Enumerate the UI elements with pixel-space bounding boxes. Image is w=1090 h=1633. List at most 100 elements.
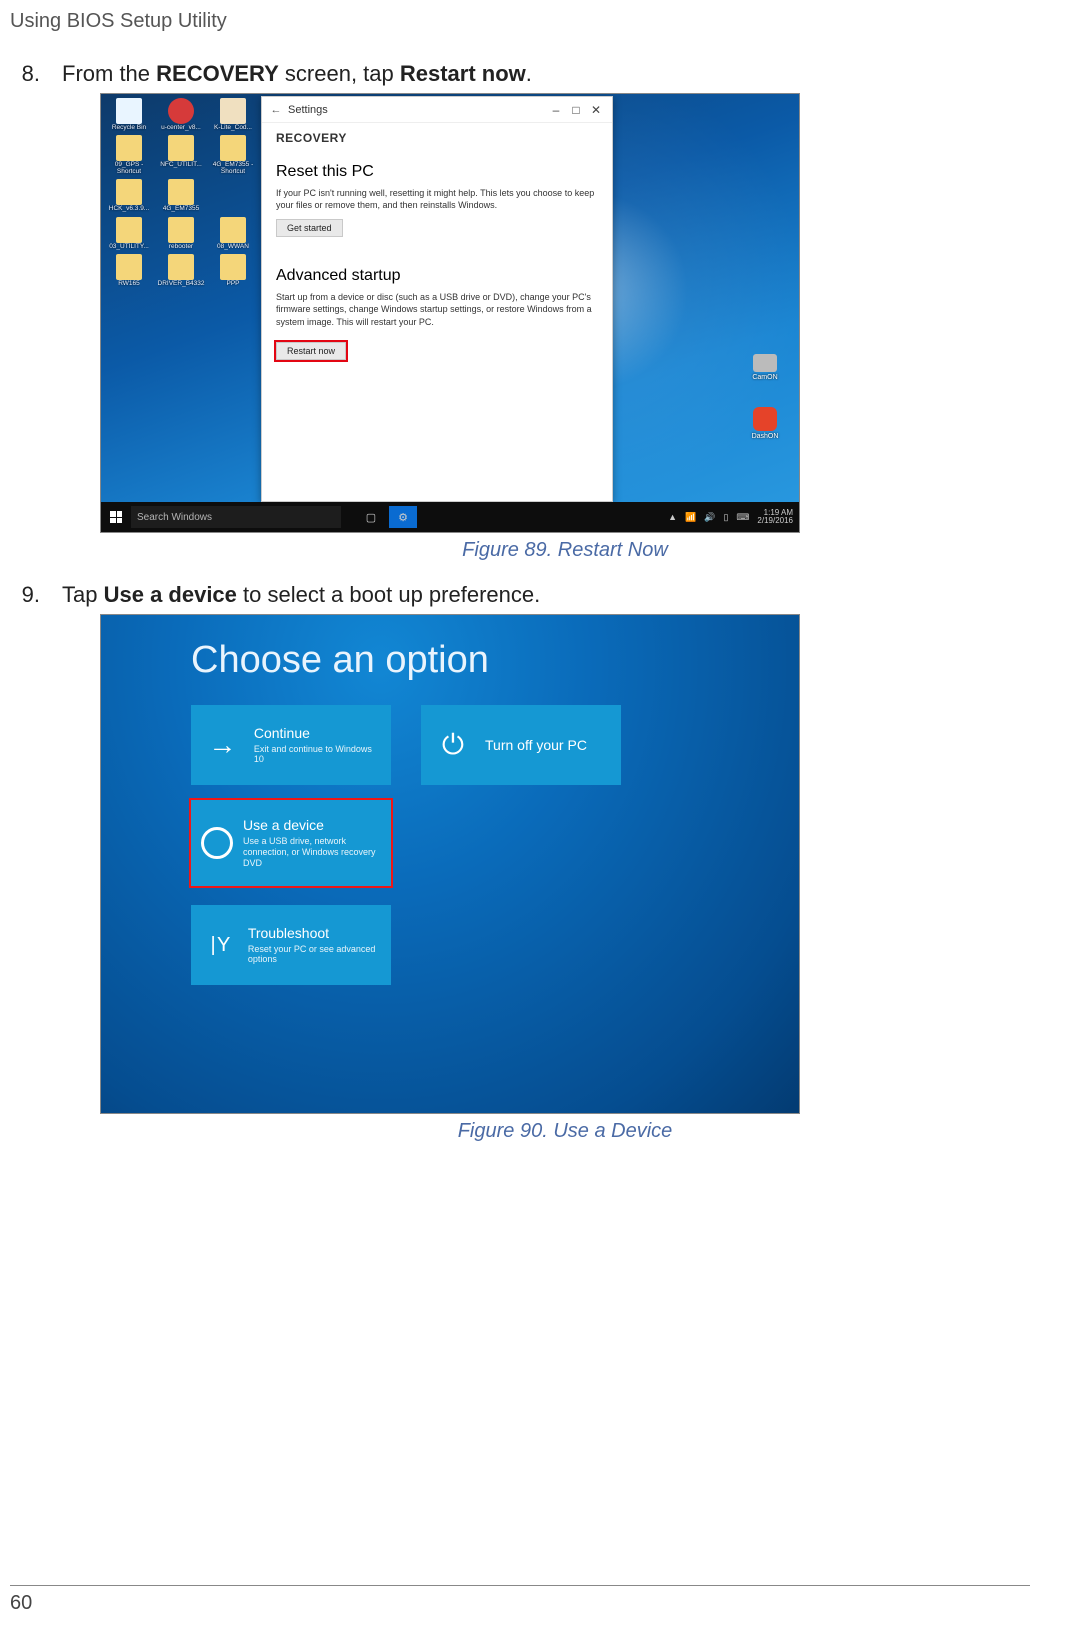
desktop-icon-wwan[interactable]: 08_WWAN	[211, 217, 255, 250]
desktop-icon-recycle-bin[interactable]: Recycle Bin	[107, 98, 151, 131]
clock-date: 2/19/2016	[757, 517, 793, 525]
desktop-icon-label: 09_GPS - Shortcut	[107, 161, 151, 175]
taskbar-clock[interactable]: 1:19 AM 2/19/2016	[757, 509, 793, 525]
step-8-pre: From the	[62, 61, 156, 86]
desktop-icon-label: 4G_EM7355 - Shortcut	[211, 161, 255, 175]
reset-pc-description: If your PC isn't running well, resetting…	[276, 187, 598, 211]
desktop-icon-klite[interactable]: K-Lite_Cod...	[211, 98, 255, 131]
trouble-subtitle: Reset your PC or see advanced options	[248, 944, 381, 966]
get-started-button[interactable]: Get started	[276, 219, 343, 237]
step-9: 9. Tap Use a device to select a boot up …	[10, 582, 1030, 608]
desktop-icon-rebooter[interactable]: rebooter	[159, 217, 203, 250]
settings-titlebar: ← Settings – □ ✕	[262, 97, 612, 123]
desktop-icon-4g-1[interactable]: 4G_EM7355 - Shortcut	[211, 135, 255, 175]
desktop-icon-label: NFC_UTILIT...	[160, 161, 202, 168]
settings-taskbar-button[interactable]: ⚙	[389, 506, 417, 528]
step-9-number: 9.	[10, 582, 40, 608]
choose-option-screen: Choose an option Continue Exit and conti…	[100, 614, 800, 1114]
desktop-icon-label: CamON	[752, 374, 777, 381]
taskbar-search[interactable]: Search Windows	[131, 506, 341, 528]
tray-battery-icon[interactable]: ▯	[723, 512, 728, 523]
page-footer: 60	[10, 1585, 1030, 1615]
desktop-icon-label: u-center_v8...	[161, 124, 201, 131]
restart-now-button[interactable]: Restart now	[276, 342, 346, 360]
tray-network-icon[interactable]: 📶	[685, 512, 696, 523]
desktop-icon-label: PPP	[226, 280, 239, 287]
maximize-button[interactable]: □	[566, 103, 586, 117]
device-title: Use a device	[243, 817, 381, 834]
desktop-icon-4g-2[interactable]: 4G_EM7355	[159, 179, 203, 212]
settings-window: ← Settings – □ ✕ RECOVERY Reset this PC …	[261, 96, 613, 502]
close-button[interactable]: ✕	[586, 103, 606, 117]
advanced-startup-description: Start up from a device or disc (such as …	[276, 291, 598, 327]
turnoff-title: Turn off your PC	[485, 737, 587, 754]
step-8-text: From the RECOVERY screen, tap Restart no…	[62, 61, 532, 87]
minimize-button[interactable]: –	[546, 103, 566, 117]
desktop-icon-nfc[interactable]: NFC_UTILIT...	[159, 135, 203, 175]
advanced-startup-heading: Advanced startup	[276, 267, 598, 285]
desktop-icon-ucenter[interactable]: u-center_v8...	[159, 98, 203, 131]
turn-off-tile[interactable]: Turn off your PC	[421, 705, 621, 785]
desktop-icon-hck[interactable]: HCK_v6.3.9...	[107, 179, 151, 212]
troubleshoot-tile[interactable]: Troubleshoot Reset your PC or see advanc…	[191, 905, 391, 985]
step-8-b1: RECOVERY	[156, 61, 279, 86]
step-8: 8. From the RECOVERY screen, tap Restart…	[10, 61, 1030, 87]
desktop-icon-label: 4G_EM7355	[163, 205, 200, 212]
arrow-right-icon	[201, 723, 244, 767]
device-subtitle: Use a USB drive, network connection, or …	[243, 836, 381, 868]
page-number: 60	[10, 1592, 32, 1614]
trouble-title: Troubleshoot	[248, 925, 381, 942]
desktop-icon-label: Recycle Bin	[112, 124, 146, 131]
disc-icon	[201, 821, 233, 865]
step-8-post: .	[526, 61, 532, 86]
desktop-icon-label: 08_WWAN	[217, 243, 249, 250]
desktop-icon-label: rebooter	[169, 243, 193, 250]
desktop-icon-label: DashON	[752, 433, 779, 440]
desktop-screenshot: Recycle Bin u-center_v8... K-Lite_Cod...…	[100, 93, 800, 533]
settings-body: Reset this PC If your PC isn't running w…	[262, 157, 612, 360]
desktop-icon-gps[interactable]: 09_GPS - Shortcut	[107, 135, 151, 175]
dash-icon	[753, 407, 777, 431]
continue-title: Continue	[254, 725, 381, 742]
desktop-icon-label: HCK_v6.3.9...	[109, 205, 149, 212]
figure-90: Choose an option Continue Exit and conti…	[100, 614, 1030, 1143]
desktop-icon-rw165[interactable]: RW165	[107, 254, 151, 287]
windows-logo-icon	[110, 511, 122, 523]
system-tray: ▲ 📶 🔊 ▯ ⌨ 1:19 AM 2/19/2016	[668, 509, 799, 525]
desktop-icon-ppp[interactable]: PPP	[211, 254, 255, 287]
reset-pc-heading: Reset this PC	[276, 163, 598, 181]
continue-tile[interactable]: Continue Exit and continue to Windows 10	[191, 705, 391, 785]
taskbar: Search Windows ▢ ⚙ ▲ 📶 🔊 ▯ ⌨ 1:19 AM 2/1…	[101, 502, 799, 532]
settings-title: Settings	[284, 104, 546, 116]
figure-89-caption: Figure 89. Restart Now	[100, 539, 1030, 562]
tray-volume-icon[interactable]: 🔊	[704, 512, 715, 523]
desktop-icon-label: DRIVER_B4332	[158, 280, 205, 287]
step-8-mid: screen, tap	[279, 61, 400, 86]
step-8-b2: Restart now	[400, 61, 526, 86]
tray-keyboard-icon[interactable]: ⌨	[736, 512, 749, 523]
step-9-post: to select a boot up preference.	[237, 582, 540, 607]
tray-chevron-up-icon[interactable]: ▲	[668, 512, 677, 522]
figure-90-caption: Figure 90. Use a Device	[100, 1120, 1030, 1143]
choose-title: Choose an option	[191, 639, 489, 682]
step-9-b1: Use a device	[104, 582, 237, 607]
use-a-device-tile[interactable]: Use a device Use a USB drive, network co…	[191, 800, 391, 886]
step-9-text: Tap Use a device to select a boot up pre…	[62, 582, 540, 608]
desktop-icon-dashon[interactable]: DashON	[743, 407, 787, 440]
continue-subtitle: Exit and continue to Windows 10	[254, 744, 381, 766]
tools-icon	[201, 923, 238, 967]
page-header: Using BIOS Setup Utility	[10, 10, 1030, 41]
start-button[interactable]	[101, 511, 131, 523]
desktop-right-icons: CamON DashON	[743, 354, 787, 440]
task-view-button[interactable]: ▢	[357, 506, 385, 528]
desktop-icons: Recycle Bin u-center_v8... K-Lite_Cod...…	[107, 98, 257, 287]
desktop-icon-driver[interactable]: DRIVER_B4332	[159, 254, 203, 287]
power-icon	[431, 723, 475, 767]
back-button[interactable]: ←	[268, 104, 284, 116]
desktop-icon-camon[interactable]: CamON	[743, 354, 787, 381]
figure-89: Recycle Bin u-center_v8... K-Lite_Cod...…	[100, 93, 1030, 562]
desktop-icon-utility[interactable]: 03_UTILITY...	[107, 217, 151, 250]
desktop-icon-label: 03_UTILITY...	[109, 243, 149, 250]
step-8-number: 8.	[10, 61, 40, 87]
settings-heading-recovery: RECOVERY	[262, 123, 612, 157]
